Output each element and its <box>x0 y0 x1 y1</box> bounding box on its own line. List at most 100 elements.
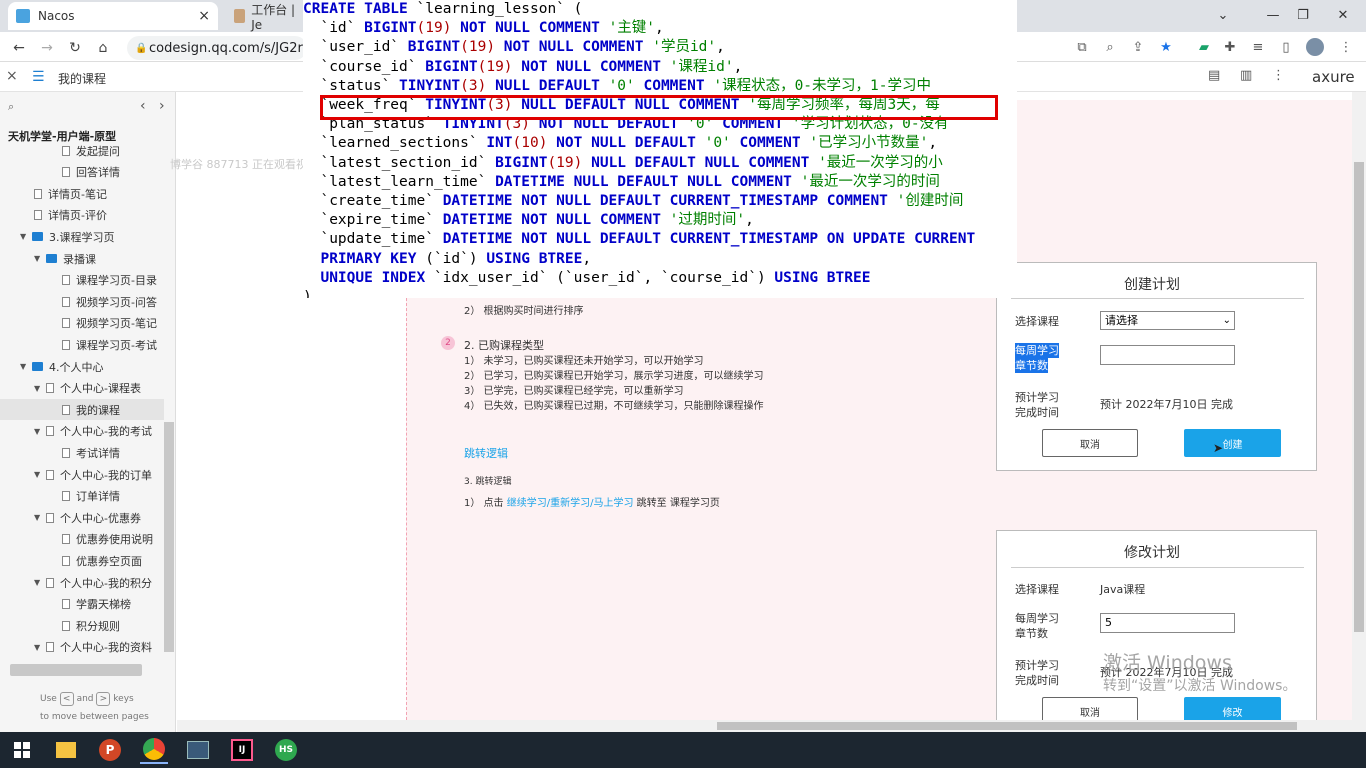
sidepanel-icon[interactable]: ▯ <box>1276 37 1296 57</box>
terminal-icon[interactable] <box>184 736 212 764</box>
sidebar-item[interactable]: ▼ 4.个人中心 <box>0 356 164 377</box>
sidebar-hscroll-thumb[interactable] <box>10 664 142 676</box>
canvas-vscroll[interactable] <box>1352 92 1366 732</box>
windows-start-icon[interactable] <box>8 736 36 764</box>
expand-triangle-icon[interactable]: ▼ <box>34 427 46 436</box>
sidebar-item-label: 我的课程 <box>76 403 120 417</box>
tab-search-icon[interactable]: ⌄ <box>1200 0 1246 30</box>
jump-logic-link[interactable]: 跳转逻辑 <box>464 445 508 461</box>
sql-token: , <box>655 20 664 37</box>
home-icon[interactable]: ⌂ <box>92 37 114 59</box>
sidebar-vscroll-thumb[interactable] <box>164 422 174 652</box>
section3-item: 1） 点击 继续学习/重新学习/马上学习 跳转至 课程学习页 <box>464 494 720 509</box>
expand-triangle-icon[interactable]: ▼ <box>34 470 46 479</box>
expand-triangle-icon[interactable]: ▼ <box>34 513 46 522</box>
sql-token: `expire_time` <box>303 212 443 229</box>
continue-learning-link[interactable]: 继续学习/重新学习/马上学习 <box>507 498 634 509</box>
vscroll-thumb[interactable] <box>1354 162 1364 632</box>
sidebar-item[interactable]: ▼ 个人中心-我的积分 <box>0 572 164 593</box>
profile-avatar[interactable] <box>1306 38 1324 56</box>
freq-input[interactable]: 5 <box>1100 613 1235 633</box>
tab-nacos[interactable]: Nacos × <box>8 2 218 30</box>
menu-list-icon[interactable]: ☰ <box>32 69 45 85</box>
sql-token: `status` <box>303 77 400 94</box>
expand-triangle-icon[interactable]: ▼ <box>20 232 32 241</box>
freq-input[interactable] <box>1100 345 1235 365</box>
open-external-icon[interactable]: ⧉ <box>1072 37 1092 57</box>
sidebar-item[interactable]: ▼ 录播课 <box>0 248 164 269</box>
notes-icon[interactable]: ▤ <box>1208 68 1220 83</box>
page-icon <box>62 339 70 350</box>
expand-triangle-icon[interactable]: ▼ <box>34 578 46 587</box>
sidebar-item[interactable]: 视频学习页-笔记 <box>0 313 164 334</box>
url-field[interactable]: 🔒 codesign.qq.com/s/JG2r <box>127 36 307 60</box>
more-icon[interactable]: ⋮ <box>1272 68 1285 83</box>
extension-icon[interactable]: ▰ <box>1194 37 1214 57</box>
sql-token: NOT NULL COMMENT <box>451 20 609 37</box>
file-explorer-icon[interactable] <box>52 736 80 764</box>
sidebar-item[interactable]: 积分规则 <box>0 615 164 636</box>
bookmark-star-icon[interactable]: ★ <box>1156 37 1176 57</box>
close-window-button[interactable]: ✕ <box>1320 0 1366 30</box>
expand-triangle-icon[interactable]: ▼ <box>34 254 46 263</box>
next-page-icon[interactable]: › <box>159 98 165 114</box>
tab-workbench[interactable]: 工作台 | Je <box>226 2 306 32</box>
search-icon[interactable]: ⌕ <box>8 100 14 114</box>
sidebar-item[interactable]: ▼ 个人中心-我的资料 <box>0 637 164 658</box>
freq-label-line1: 每周学习 <box>1015 343 1059 358</box>
sidebar-item[interactable]: 优惠券使用说明 <box>0 529 164 550</box>
sidebar-item-label: 发起提问 <box>76 144 120 158</box>
share-icon[interactable]: ⇪ <box>1128 37 1148 57</box>
puzzle-icon[interactable]: ✚ <box>1220 37 1240 57</box>
sidebar-item[interactable]: ▼ 个人中心-课程表 <box>0 378 164 399</box>
back-icon[interactable]: ← <box>8 37 30 59</box>
divider <box>1011 567 1304 568</box>
sql-line: `status` TINYINT(3) NULL DEFAULT '0' COM… <box>303 77 1017 96</box>
menu-dots-icon[interactable]: ⋮ <box>1336 37 1356 57</box>
sidebar-item[interactable]: 课程学习页-目录 <box>0 270 164 291</box>
course-select[interactable]: 请选择 ⌄ <box>1100 311 1235 330</box>
sql-line: `latest_learn_time` DATETIME NULL DEFAUL… <box>303 173 1017 192</box>
sidebar-item[interactable]: 优惠券空页面 <box>0 550 164 571</box>
chrome-icon[interactable] <box>140 736 168 764</box>
sidebar-item[interactable]: 考试详情 <box>0 442 164 463</box>
zoom-icon[interactable]: ⌕ <box>1100 37 1120 57</box>
sidebar-item[interactable]: 订单详情 <box>0 486 164 507</box>
prev-page-icon[interactable]: ‹ <box>140 98 146 114</box>
hs-app-icon[interactable]: HS <box>272 736 300 764</box>
sql-token: `learning_lesson` ( <box>416 1 583 17</box>
eta-label: 预计学习 完成时间 <box>1015 390 1059 420</box>
course-value: Java课程 <box>1100 583 1146 596</box>
sidebar-item[interactable]: 学霸天梯榜 <box>0 594 164 615</box>
sidebar-item[interactable]: 课程学习页-考试 <box>0 334 164 355</box>
sidebar-item[interactable]: 详情页-评价 <box>0 205 164 226</box>
media-icon[interactable]: ≡ <box>1248 37 1268 57</box>
sidebar-item[interactable]: 回答详情 <box>0 162 164 183</box>
sql-token: (`id`) <box>425 250 487 267</box>
inspect-icon[interactable]: ▥ <box>1240 68 1252 83</box>
forward-icon[interactable]: → <box>36 37 58 59</box>
sql-line: ) <box>303 288 1017 298</box>
sidebar-item[interactable]: 发起提问 <box>0 140 164 161</box>
sidebar-item[interactable]: 详情页-笔记 <box>0 183 164 204</box>
close-sidebar-icon[interactable]: × <box>6 68 18 84</box>
expand-triangle-icon[interactable]: ▼ <box>34 384 46 393</box>
sidebar-item[interactable]: ▼ 3.课程学习页 <box>0 226 164 247</box>
sidebar-item[interactable]: 我的课程 <box>0 399 164 421</box>
hscroll-thumb[interactable] <box>717 722 1297 730</box>
powerpoint-icon[interactable]: P <box>96 736 124 764</box>
create-button[interactable]: 创建 <box>1184 429 1281 457</box>
sql-token: NOT NULL DEFAULT CURRENT_TIMESTAMP ON UP… <box>512 231 976 248</box>
cancel-button[interactable]: 取消 <box>1042 429 1138 457</box>
expand-triangle-icon[interactable]: ▼ <box>20 362 32 371</box>
sidebar-item[interactable]: ▼ 个人中心-我的订单 <box>0 464 164 485</box>
sidebar-item[interactable]: 视频学习页-问答 <box>0 291 164 312</box>
sidebar-item-label: 课程学习页-考试 <box>76 338 157 352</box>
reload-icon[interactable]: ↻ <box>64 37 86 59</box>
sidebar-item[interactable]: ▼ 个人中心-优惠券 <box>0 507 164 528</box>
sidebar-item[interactable]: ▼ 个人中心-我的考试 <box>0 421 164 442</box>
canvas-hscroll[interactable] <box>177 720 1352 732</box>
tab-close-icon[interactable]: × <box>198 8 210 24</box>
intellij-icon[interactable]: IJ <box>228 736 256 764</box>
expand-triangle-icon[interactable]: ▼ <box>34 643 46 652</box>
